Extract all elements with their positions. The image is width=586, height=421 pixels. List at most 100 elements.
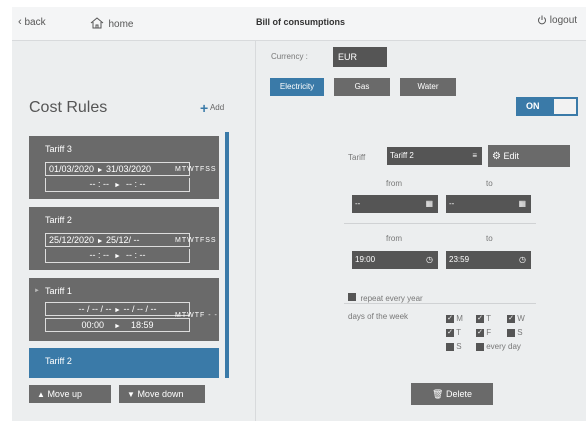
day-checkbox-thu[interactable]: ✓ T <box>446 328 461 337</box>
tab-gas[interactable]: Gas <box>334 78 390 96</box>
logout-label: logout <box>549 15 578 26</box>
home-button[interactable]: home <box>90 14 133 32</box>
day-label: T <box>456 328 461 337</box>
card-title: Tariff 2 <box>45 215 72 225</box>
home-label: home <box>108 19 134 30</box>
day-checkbox-fri[interactable]: ✓ F <box>476 328 491 337</box>
rules-scrollbar[interactable] <box>225 132 229 378</box>
date-to: -- / -- / -- <box>123 304 157 314</box>
delete-label: Delete <box>445 389 472 399</box>
triangle-up-icon: ▲ <box>37 390 45 399</box>
on-off-toggle[interactable]: ON <box>516 97 578 116</box>
day-checkbox-every-day[interactable]: every day <box>476 342 521 351</box>
from-label: from <box>386 179 402 188</box>
time-from-value: 19:00 <box>355 255 376 264</box>
date-to: 31/03/2020 <box>106 164 152 174</box>
time-to-value: 23:59 <box>449 255 470 264</box>
move-down-button[interactable]: ▼ Move down <box>119 385 205 403</box>
tariff-select[interactable]: Tariff 2 ≡ <box>387 147 482 165</box>
repeat-label: repeat every year <box>360 294 423 303</box>
checkbox-box <box>476 342 484 351</box>
time-range: 00:00 ► 18:59 <box>45 318 190 332</box>
time-to-label: to <box>486 234 493 243</box>
tab-electricity[interactable]: Electricity <box>270 78 324 96</box>
rule-card-tariff-2[interactable]: Tariff 2 25/12/2020 ► 25/12/ -- MTWTFSS … <box>29 207 219 270</box>
time-from: 00:00 <box>81 320 105 330</box>
clock-icon: ◷ <box>426 255 433 264</box>
move-down-label: Move down <box>137 389 184 399</box>
cost-rules-heading: Cost Rules <box>29 99 108 116</box>
page-title: Bill of consumptions <box>256 17 345 27</box>
time-to-field[interactable]: 23:59 ◷ <box>446 251 531 269</box>
card-title: Tariff 3 <box>45 144 72 154</box>
triangle-down-icon: ▼ <box>127 390 135 399</box>
list-icon: ≡ <box>472 151 477 160</box>
chevron-left-icon: ‹ <box>18 16 22 28</box>
tariff-value: Tariff 2 <box>390 151 414 160</box>
arrow-right-icon: ► <box>96 167 104 174</box>
arrow-right-icon: ► <box>114 323 121 330</box>
drag-handle-icon: ► <box>34 288 40 294</box>
date-range: 01/03/2020 ► 31/03/2020 <box>45 162 190 176</box>
day-checkbox-sun[interactable]: S <box>446 342 462 351</box>
date-from-value: -- <box>355 199 361 208</box>
weekdays: MTWTFSS <box>175 237 217 244</box>
days-label: days of the week <box>348 312 409 321</box>
time-range: -- : -- ► -- : -- <box>45 178 190 192</box>
rule-card-tariff-2-selected[interactable]: Tariff 2 <box>29 348 219 378</box>
date-to-field[interactable]: -- ▦ <box>446 195 531 213</box>
delete-button[interactable]: 🗑 Delete <box>411 383 493 405</box>
date-to-value: -- <box>449 199 455 208</box>
rule-card-tariff-1[interactable]: ► Tariff 1 -- / -- / -- ► -- / -- / -- M… <box>29 278 219 341</box>
tariff-label: Tariff <box>348 153 366 162</box>
arrow-right-icon: ► <box>114 182 121 189</box>
edit-label: Edit <box>503 151 519 161</box>
divider <box>344 223 536 224</box>
plus-icon: + <box>200 100 209 116</box>
trash-icon: 🗑 <box>432 389 444 399</box>
logout-button[interactable]: logout <box>537 15 577 26</box>
day-label: M <box>456 314 463 323</box>
date-range: 25/12/2020 ► 25/12/ -- <box>45 233 190 247</box>
day-label: every day <box>486 342 521 351</box>
day-checkbox-tue[interactable]: ✓ T <box>476 314 491 323</box>
rule-card-tariff-3[interactable]: Tariff 3 01/03/2020 ► 31/03/2020 MTWTFSS… <box>29 136 219 199</box>
checkbox-box <box>507 328 515 337</box>
checkbox-box <box>446 342 454 351</box>
day-label: W <box>517 314 525 323</box>
card-title: Tariff 1 <box>45 286 72 296</box>
date-to: 25/12/ -- <box>106 235 140 245</box>
weekdays: MTWTFSS <box>175 166 217 173</box>
time-from: -- : -- <box>89 250 110 260</box>
move-up-button[interactable]: ▲ Move up <box>29 385 111 403</box>
check-icon: ✓ <box>476 314 484 323</box>
day-label: F <box>486 328 492 337</box>
arrow-right-icon: ► <box>96 238 104 245</box>
date-from-field[interactable]: -- ▦ <box>352 195 438 213</box>
time-to: -- : -- <box>125 250 146 260</box>
back-button[interactable]: ‹ back <box>18 16 46 28</box>
check-icon: ✓ <box>476 328 484 337</box>
date-range: -- / -- / -- ► -- / -- / -- <box>45 302 190 316</box>
power-icon <box>538 15 546 25</box>
time-from-field[interactable]: 19:00 ◷ <box>352 251 438 269</box>
move-up-label: Move up <box>47 389 82 399</box>
day-checkbox-wed[interactable]: ✓ W <box>507 314 525 323</box>
back-label: back <box>24 17 46 28</box>
day-checkbox-sat[interactable]: S <box>507 328 523 337</box>
calendar-icon: ▦ <box>425 199 433 208</box>
time-to: -- : -- <box>125 179 146 189</box>
day-checkbox-mon[interactable]: ✓ M <box>446 314 463 323</box>
arrow-right-icon: ► <box>114 307 121 314</box>
date-from: 25/12/2020 <box>49 235 95 245</box>
check-icon: ✓ <box>507 314 515 323</box>
day-label: S <box>517 328 523 337</box>
add-rule-button[interactable]: + Add <box>200 100 224 116</box>
edit-button[interactable]: ⚙ Edit <box>488 145 570 167</box>
app-root: ‹ back home Bill of consumptions logout … <box>0 0 586 421</box>
clock-icon: ◷ <box>519 255 526 264</box>
tab-water[interactable]: Water <box>400 78 456 96</box>
day-label: T <box>486 314 491 323</box>
currency-select[interactable]: EUR <box>333 47 387 67</box>
panel-divider <box>255 41 256 421</box>
